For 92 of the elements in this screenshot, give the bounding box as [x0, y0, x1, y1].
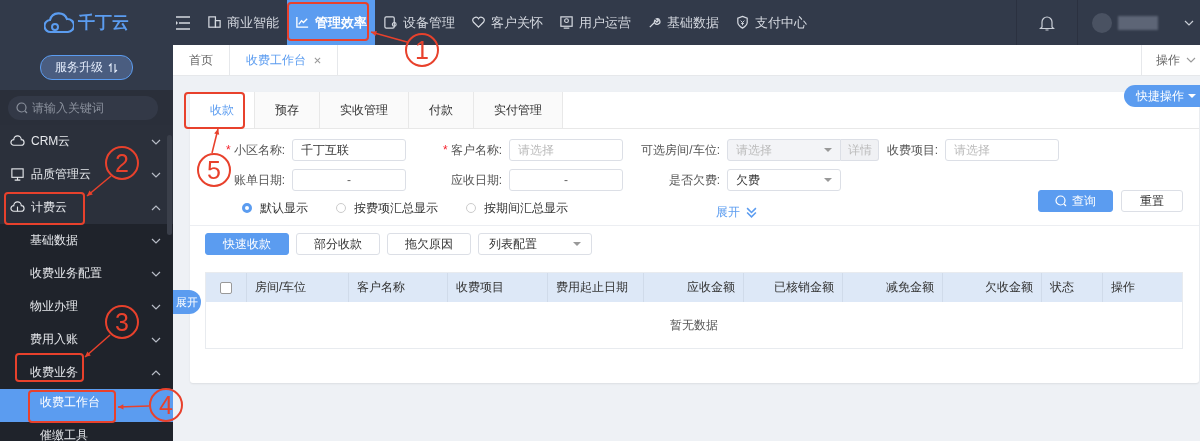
blurred-block — [1118, 15, 1158, 30]
nav-tab[interactable]: 客户关怀 — [463, 0, 551, 45]
dropdown-caret-icon — [824, 178, 832, 182]
cloud-icon — [10, 134, 25, 149]
actions-menu[interactable]: 操作 — [1141, 45, 1200, 75]
column-header: 欠收金额 — [985, 279, 1033, 296]
chevron-down-icon[interactable] — [1184, 19, 1194, 26]
chevron-down-icon — [1186, 57, 1196, 63]
dropdown-caret-icon — [824, 148, 832, 152]
date-range-field[interactable]: - — [292, 169, 406, 191]
callout-number: 5 — [197, 153, 231, 187]
column-header: 收费项目 — [456, 279, 504, 296]
nav-tab[interactable]: 商业智能 — [199, 0, 287, 45]
line-chart-icon — [295, 15, 310, 30]
field-label: 可选房间/车位: — [641, 142, 720, 157]
radio-button[interactable] — [336, 203, 346, 213]
highlight-frame — [15, 353, 84, 382]
radio-label[interactable]: 按期间汇总显示 — [484, 199, 568, 217]
callout-arrow — [211, 128, 220, 154]
menu-icon[interactable] — [175, 15, 191, 30]
input-field[interactable]: 千丁互联 — [292, 139, 406, 161]
column-header: 状态 — [1050, 279, 1074, 296]
page-tab[interactable]: 首页 — [173, 45, 230, 75]
field-label: 是否欠费: — [668, 172, 720, 187]
dropdown-caret-icon — [573, 242, 581, 246]
close-icon[interactable] — [314, 56, 321, 64]
tablet-icon — [383, 15, 398, 30]
input-field[interactable]: 请选择 — [945, 139, 1059, 161]
date-range-field[interactable]: - — [509, 169, 623, 191]
nav-tab[interactable]: 基础数据 — [639, 0, 727, 45]
field-label: 账单日期: — [233, 172, 285, 187]
cloud-logo-icon — [44, 11, 74, 34]
field-label: * 客户名称: — [443, 142, 502, 157]
cloud-icon — [10, 200, 25, 215]
column-header: 减免金额 — [886, 279, 934, 296]
column-header: 应收金额 — [687, 279, 735, 296]
radio-button[interactable] — [242, 203, 252, 213]
radio-label[interactable]: 默认显示 — [260, 199, 308, 217]
double-chevron-down-icon[interactable] — [746, 206, 757, 218]
tab[interactable]: 实收管理 — [320, 92, 409, 128]
callout-number: 1 — [405, 33, 439, 67]
empty-message: 暂无数据 — [670, 316, 718, 334]
sidebar-item[interactable]: 费用入账 — [30, 331, 78, 348]
column-header: 费用起止日期 — [556, 279, 628, 296]
avatar[interactable] — [1092, 12, 1112, 33]
action-button[interactable]: 部分收款 — [296, 233, 380, 255]
field-label: 收费项目: — [886, 142, 938, 157]
column-config-dropdown[interactable]: 列表配置 — [478, 233, 592, 255]
search-icon — [1055, 195, 1067, 207]
field-label: 应收日期: — [450, 172, 502, 187]
column-header: 客户名称 — [357, 279, 405, 296]
sidebar-item[interactable]: 收费业务配置 — [30, 265, 102, 282]
search-field[interactable]: 请输入关键词 — [8, 95, 158, 120]
logo-text: 千丁云 — [78, 12, 129, 34]
callout-arrow — [117, 404, 150, 410]
tab[interactable]: 付款 — [409, 92, 474, 128]
sidebar-item[interactable]: CRM云 — [10, 133, 71, 150]
heart-icon — [471, 15, 486, 30]
shield-icon — [735, 15, 750, 30]
sort-icon — [108, 62, 118, 73]
monitor-icon — [10, 167, 25, 182]
action-button[interactable]: 拖欠原因 — [387, 233, 471, 255]
column-header: 已核销金额 — [774, 279, 834, 296]
input-field[interactable]: 请选择 — [509, 139, 623, 161]
callout-number: 3 — [105, 305, 139, 339]
reset-button[interactable]: 重置 — [1121, 190, 1183, 212]
callout-arrow — [370, 30, 408, 43]
sidebar-item[interactable]: 计费云 — [10, 199, 67, 216]
sidebar-item[interactable]: 催缴工具 — [40, 427, 88, 441]
select-field[interactable]: 欠费 — [727, 169, 841, 191]
bell-icon[interactable] — [1039, 13, 1055, 32]
radio-label[interactable]: 按费项汇总显示 — [354, 199, 438, 217]
highlight-frame — [184, 92, 245, 129]
sidebar-item[interactable]: 物业办理 — [30, 298, 78, 315]
callout-number: 2 — [105, 146, 139, 180]
sidebar-item[interactable]: 收费业务 — [30, 364, 78, 381]
sidebar-item[interactable]: 基础数据 — [30, 232, 78, 249]
callout-number: 4 — [149, 388, 183, 422]
upgrade-button[interactable]: 服务升级 — [40, 55, 133, 80]
radio-button[interactable] — [466, 203, 476, 213]
callout-arrow — [84, 334, 111, 358]
tab[interactable]: 预存 — [255, 92, 320, 128]
nav-tab[interactable]: 支付中心 — [727, 0, 815, 45]
dropdown-caret-icon — [1188, 94, 1196, 98]
column-header: 房间/车位 — [255, 279, 307, 296]
checkbox[interactable] — [220, 281, 232, 294]
column-header: 操作 — [1111, 279, 1135, 296]
wrench-icon — [647, 15, 662, 30]
building-icon — [207, 15, 222, 30]
tab[interactable]: 实付管理 — [474, 92, 563, 128]
scrollbar[interactable] — [167, 135, 172, 235]
nav-tab[interactable]: 用户运营 — [551, 0, 639, 45]
